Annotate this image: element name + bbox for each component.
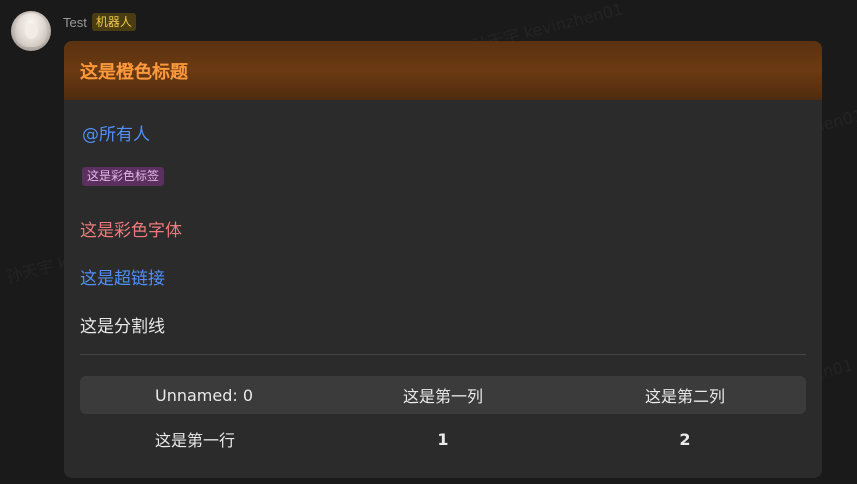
table-header: Unnamed: 0 这是第一列 这是第二列	[80, 376, 806, 414]
sender-name[interactable]: Test	[63, 15, 87, 30]
table-row: 这是第一行 1 2	[80, 414, 806, 464]
divider-label: 这是分割线	[80, 317, 165, 337]
avatar[interactable]	[11, 11, 51, 51]
hyperlink[interactable]: 这是超链接	[80, 264, 165, 289]
table-cell: 2	[679, 429, 691, 449]
avatar-face	[25, 23, 38, 39]
column-header: 这是第一列	[402, 387, 483, 406]
table-cell: 1	[437, 429, 449, 449]
column-header: Unnamed: 0	[155, 385, 254, 405]
data-table: Unnamed: 0 这是第一列 这是第二列 这是第一行 1 2	[80, 376, 806, 464]
colored-tag: 这是彩色标签	[82, 167, 165, 186]
column-header: 这是第二列	[644, 387, 725, 406]
chat-window: 孙天宇 kevinzhen01 孙天宇 kevinzhen01 孙天宇 kevi…	[0, 0, 857, 484]
card-title: 这是橙色标题	[80, 61, 188, 83]
divider	[80, 354, 806, 355]
colored-text: 这是彩色字体	[80, 221, 182, 241]
card-header: 这是橙色标题	[64, 41, 822, 100]
mention-all[interactable]: @所有人	[82, 120, 150, 145]
table-cell: 这是第一行	[155, 431, 236, 450]
sender-row: Test 机器人	[63, 12, 136, 32]
bot-badge: 机器人	[91, 13, 136, 31]
message-card: 这是橙色标题 @所有人 这是彩色标签 这是彩色字体 这是超链接 这是分割线 Un…	[64, 41, 822, 478]
